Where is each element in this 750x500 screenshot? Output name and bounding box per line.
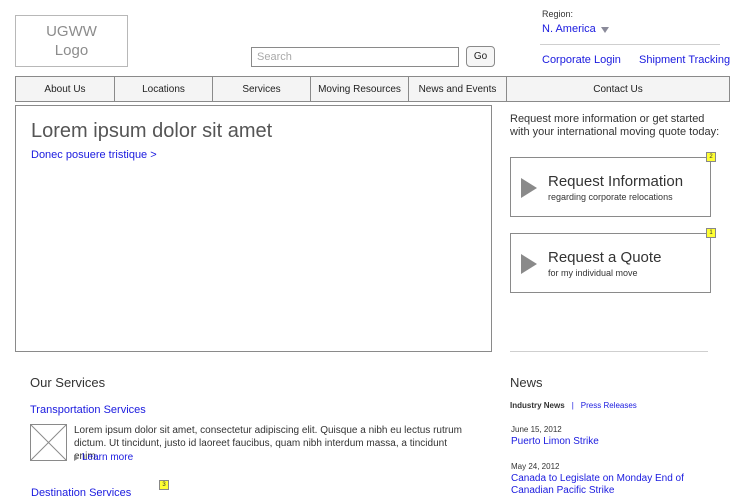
shipment-tracking-link[interactable]: Shipment Tracking <box>639 54 730 66</box>
search-input[interactable] <box>251 47 459 67</box>
nav-item-locations[interactable]: Locations <box>115 77 213 101</box>
region-dropdown[interactable]: N. America <box>542 23 609 35</box>
tab-separator: | <box>571 401 574 410</box>
annotation-badge: 3 <box>159 480 169 490</box>
sidebar-divider <box>510 351 708 352</box>
arrow-right-icon <box>74 454 79 461</box>
learn-more-label: Learn more <box>82 452 134 463</box>
transportation-services-link[interactable]: Transportation Services <box>30 404 146 416</box>
main-nav: About Us Locations Services Moving Resou… <box>15 76 730 102</box>
news-tabs: Industry News | Press Releases <box>510 401 637 410</box>
nav-item-moving-resources[interactable]: Moving Resources <box>311 77 409 101</box>
services-section-title: Our Services <box>30 375 106 390</box>
learn-more-link[interactable]: Learn more <box>74 452 133 463</box>
nav-item-news-and-events[interactable]: News and Events <box>409 77 507 101</box>
news-date: June 15, 2012 <box>511 425 562 434</box>
nav-item-services[interactable]: Services <box>213 77 311 101</box>
play-arrow-icon <box>521 254 537 274</box>
tab-industry-news[interactable]: Industry News <box>510 401 565 410</box>
play-arrow-icon <box>521 178 537 198</box>
news-headline-link[interactable]: Canada to Legislate on Monday End of Can… <box>511 473 726 497</box>
sidebar-intro-text: Request more information or get started … <box>510 113 720 138</box>
annotation-badge: 1 <box>706 228 716 238</box>
hero-link[interactable]: Donec posuere tristique > <box>31 149 157 161</box>
corporate-login-link[interactable]: Corporate Login <box>542 54 621 66</box>
service-description: Lorem ipsum dolor sit amet, consectetur … <box>74 425 462 462</box>
nav-item-about-us[interactable]: About Us <box>16 77 115 101</box>
news-section-title: News <box>510 375 543 390</box>
news-date: May 24, 2012 <box>511 462 560 471</box>
search-go-button[interactable]: Go <box>466 46 495 67</box>
tab-press-releases[interactable]: Press Releases <box>581 401 637 410</box>
region-label: Region: <box>542 9 574 19</box>
hero-title: Lorem ipsum dolor sit amet <box>31 120 273 142</box>
hero-banner: Lorem ipsum dolor sit amet Donec posuere… <box>15 105 492 352</box>
nav-item-contact-us[interactable]: Contact Us <box>507 77 729 101</box>
site-logo[interactable]: UGWW Logo <box>15 15 128 67</box>
cta-title: Request a Quote <box>548 249 662 266</box>
news-headline-link[interactable]: Puerto Limon Strike <box>511 436 726 448</box>
region-selected-value: N. America <box>542 23 596 35</box>
request-information-button[interactable]: Request Information regarding corporate … <box>510 152 716 217</box>
header-divider <box>540 44 720 45</box>
request-quote-button[interactable]: Request a Quote for my individual move 1 <box>510 228 716 293</box>
cta-title: Request Information <box>548 173 684 190</box>
chevron-down-icon <box>600 26 609 33</box>
cta-subtitle: for my individual move <box>548 268 638 278</box>
annotation-badge: 2 <box>706 152 716 162</box>
image-placeholder-icon <box>30 424 67 461</box>
destination-services-link[interactable]: Destination Services <box>31 487 131 499</box>
cta-subtitle: regarding corporate relocations <box>548 192 673 202</box>
